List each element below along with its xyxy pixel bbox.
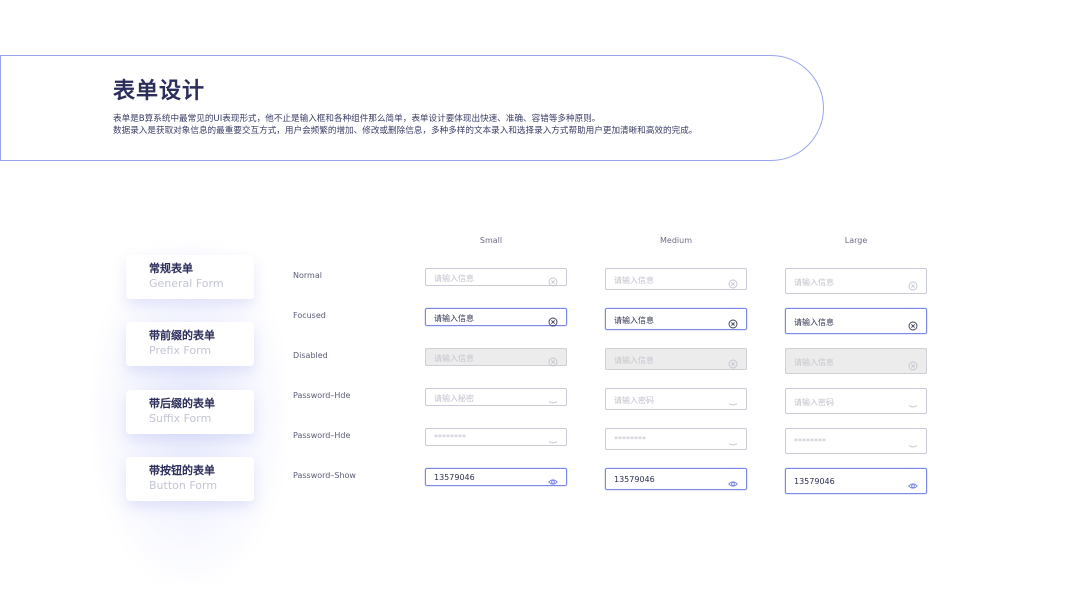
eye-closed-icon[interactable]: [728, 434, 738, 446]
input-text: 请输入秘密: [434, 394, 474, 403]
eye-open-icon[interactable]: [548, 472, 558, 485]
card-subtitle: General Form: [149, 277, 224, 290]
clear-icon[interactable]: [548, 272, 558, 287]
clear-icon: [548, 352, 558, 367]
input-large-show-field[interactable]: 13579046: [785, 468, 927, 494]
input-medium-show-field[interactable]: 13579046: [605, 468, 747, 490]
card-suffix-form[interactable]: 带后缀的表单 Suffix Form: [126, 390, 254, 434]
input-large-disabled-field: 请输入信息: [785, 348, 927, 374]
input-large-normal-field[interactable]: ********: [785, 428, 927, 454]
card-title: 带前缀的表单: [149, 329, 215, 342]
clear-icon[interactable]: [728, 314, 738, 329]
input-large-normal-field[interactable]: 请输入信息: [785, 268, 927, 294]
card-general-form[interactable]: 常规表单 General Form: [126, 255, 254, 299]
input-text: 13579046: [614, 475, 655, 484]
input-text: 请输入信息: [794, 358, 834, 367]
column-header-medium: Medium: [660, 236, 692, 245]
description-line-2: 数据录入是获取对象信息的最重要交互方式，用户会频繁的增加、修改或删除信息，多种多…: [113, 126, 698, 136]
input-medium-normal-field[interactable]: ********: [605, 428, 747, 450]
input-text: 请输入信息: [434, 354, 474, 363]
input-small-show-field[interactable]: 13579046: [425, 468, 567, 486]
card-prefix-form[interactable]: 带前缀的表单 Prefix Form: [126, 322, 254, 366]
input-text: 请输入密码: [614, 396, 654, 405]
input-large-focused-field[interactable]: 请输入信息: [785, 308, 927, 334]
row-label-focused: Focused: [293, 311, 326, 320]
input-text: 13579046: [434, 473, 475, 482]
clear-icon[interactable]: [908, 276, 918, 291]
description-line-1: 表单是B算系统中最常见的UI表现形式，他不止是输入框和各种组件那么简单，表单设计…: [113, 114, 601, 124]
card-title: 带后缀的表单: [149, 397, 215, 410]
card-subtitle: Button Form: [149, 479, 218, 492]
row-label-normal: Normal: [293, 271, 322, 280]
row-label-disabled: Disabled: [293, 351, 328, 360]
card-subtitle: Prefix Form: [149, 344, 212, 357]
eye-closed-icon[interactable]: [908, 396, 918, 408]
input-medium-focused-field[interactable]: 请输入信息: [605, 308, 747, 330]
input-text: ********: [614, 435, 646, 444]
input-text: 请输入信息: [614, 356, 654, 365]
input-text: ********: [794, 437, 826, 446]
clear-icon[interactable]: [908, 316, 918, 331]
clear-icon: [728, 354, 738, 369]
eye-closed-icon[interactable]: [548, 392, 558, 404]
row-label-password-hde: Password–Hde: [293, 391, 351, 400]
input-text: ********: [434, 433, 466, 442]
input-medium-disabled-field: 请输入信息: [605, 348, 747, 370]
eye-closed-icon[interactable]: [728, 394, 738, 406]
card-button-form[interactable]: 带按钮的表单 Button Form: [126, 457, 254, 501]
column-header-small: Small: [479, 236, 503, 245]
header-banner: [0, 55, 824, 161]
input-small-focused-field[interactable]: 请输入信息: [425, 308, 567, 327]
input-text: 请输入密码: [794, 398, 834, 407]
input-small-normal-field[interactable]: ********: [425, 428, 567, 446]
input-text: 请输入信息: [614, 316, 654, 325]
eye-closed-icon[interactable]: [548, 432, 558, 444]
column-header-large: Large: [844, 236, 868, 245]
input-text: 请输入信息: [434, 274, 474, 283]
input-text: 请输入信息: [614, 276, 654, 285]
row-label-password-show: Password–Show: [293, 471, 356, 480]
input-medium-normal-field[interactable]: 请输入信息: [605, 268, 747, 290]
input-medium-normal-field[interactable]: 请输入密码: [605, 388, 747, 410]
row-label-password-hde: Password–Hde: [293, 431, 351, 440]
card-title: 带按钮的表单: [149, 464, 215, 477]
input-text: 13579046: [794, 477, 835, 486]
clear-icon: [908, 356, 918, 371]
clear-icon[interactable]: [548, 312, 558, 327]
input-large-normal-field[interactable]: 请输入密码: [785, 388, 927, 414]
input-text: 请输入信息: [434, 314, 474, 323]
input-small-disabled-field: 请输入信息: [425, 348, 567, 367]
card-title: 常规表单: [149, 262, 193, 275]
input-text: 请输入信息: [794, 318, 834, 327]
card-subtitle: Suffix Form: [149, 412, 212, 425]
eye-open-icon[interactable]: [728, 474, 738, 487]
page-description: 表单是B算系统中最常见的UI表现形式，他不止是输入框和各种组件那么简单，表单设计…: [113, 113, 697, 137]
eye-closed-icon[interactable]: [908, 436, 918, 448]
clear-icon[interactable]: [728, 274, 738, 289]
page-title: 表单设计: [113, 79, 206, 104]
eye-open-icon[interactable]: [908, 476, 918, 489]
input-small-normal-field[interactable]: 请输入信息: [425, 268, 567, 287]
input-text: 请输入信息: [794, 278, 834, 287]
input-small-normal-field[interactable]: 请输入秘密: [425, 388, 567, 406]
